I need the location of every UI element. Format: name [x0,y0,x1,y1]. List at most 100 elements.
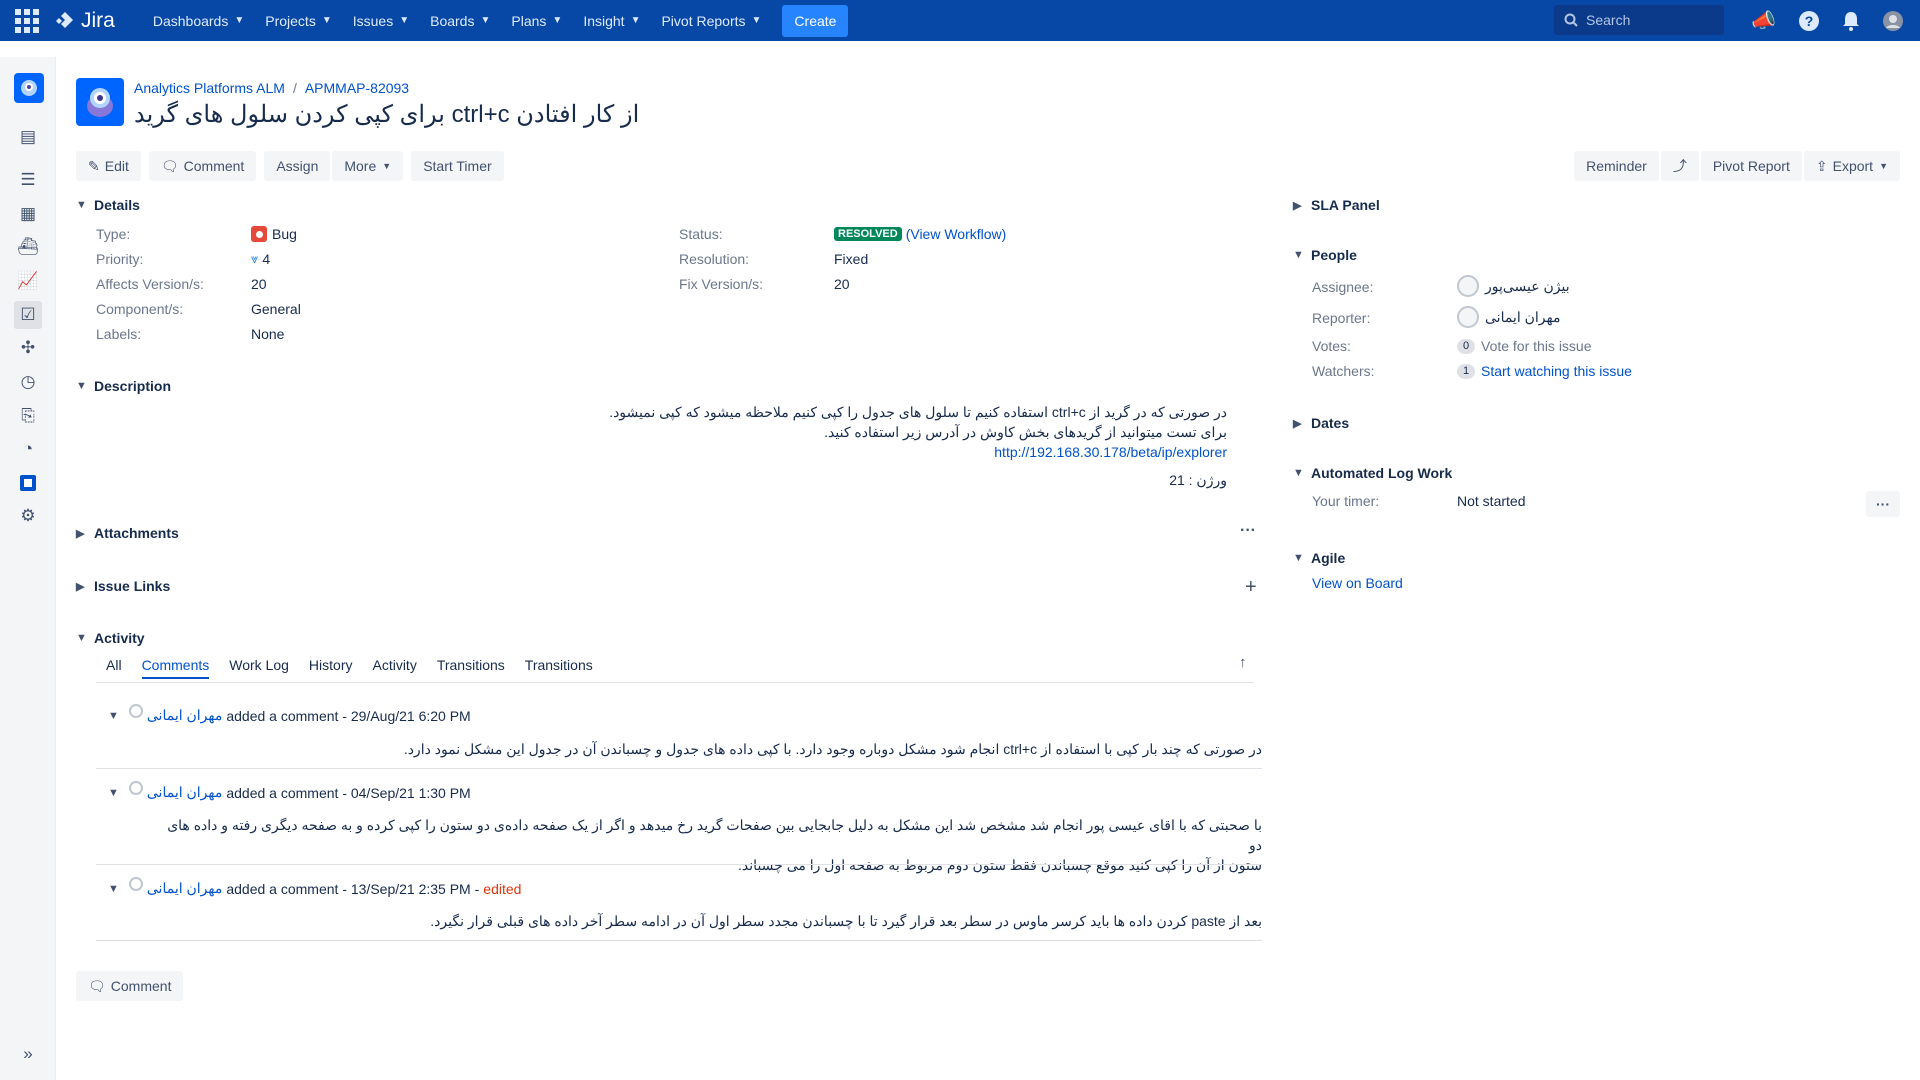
sla-panel-toggle[interactable]: ▶ SLA Panel [1293,197,1380,213]
nav-boards[interactable]: Boards ▼ [430,0,490,41]
chevron-down-icon[interactable]: ▼ [108,710,119,722]
add-link-plus-icon[interactable]: + [1245,576,1257,599]
start-timer-button[interactable]: Start Timer [411,151,504,181]
issue-links-section-toggle[interactable]: ▶ Issue Links [76,578,170,594]
comment-divider [96,940,1262,941]
pages-icon[interactable]: ⎘ [14,402,42,430]
more-button-label: More [344,158,377,174]
chevron-down-icon[interactable]: ▼ [108,883,119,895]
component-link[interactable]: General [251,301,301,317]
comment-divider [96,864,1262,865]
chevron-down-icon[interactable]: ▼ [108,787,119,799]
speedometer-icon[interactable]: ◔ [14,435,42,463]
megaphone-icon[interactable]: 📣 [1751,8,1776,33]
releases-icon[interactable]: ⛴ [14,233,42,261]
project-avatar[interactable] [14,73,44,103]
reports-icon[interactable]: 📈 [14,267,42,295]
roadmap-icon[interactable]: ▤ [14,123,42,151]
comment-body-line: در صورتی که چند بار کپی با استفاده از ct… [403,741,1262,757]
board-icon[interactable]: ▦ [14,200,42,228]
agile-section-toggle[interactable]: ▼ Agile [1293,550,1345,566]
comment-author-link[interactable]: مهران ایمانی [147,784,222,801]
comment-button[interactable]: 🗨 Comment [148,151,257,181]
top-navigation-bar: Jira Dashboards ▼ Projects ▼ Issues ▼ Board… [0,0,1920,41]
tab-transitions[interactable]: Transitions [437,657,505,679]
tab-activity[interactable]: Activity [372,657,416,679]
pivot-report-button[interactable]: Pivot Report [1700,151,1802,181]
issue-right-toolbar: Reminder ⤴ Pivot Report ⇪ Export ▼ [1574,151,1900,181]
tab-history[interactable]: History [309,657,353,679]
description-link[interactable]: http://192.168.30.178/beta/ip/explorer [994,444,1227,460]
nav-plans[interactable]: Plans ▼ [511,0,562,41]
comment-author-link[interactable]: مهران ایمانی [147,707,222,724]
share-button[interactable]: ⤴ [1660,151,1699,181]
chevron-down-icon: ▼ [630,15,641,26]
app-switcher-icon[interactable] [13,7,41,35]
jira-logo[interactable]: Jira [55,9,115,33]
clock-icon[interactable]: ◷ [14,368,42,396]
chevron-right-icon: ▶ [1293,199,1302,212]
tab-comments[interactable]: Comments [141,657,210,679]
nav-insight[interactable]: Insight ▼ [583,0,640,41]
log-work-section-toggle[interactable]: ▼ Automated Log Work [1293,465,1452,481]
edit-button[interactable]: ✎ Edit [76,151,141,181]
tab-transitions-2[interactable]: Transitions [525,657,593,679]
chevron-down-icon: ▼ [1293,467,1304,479]
start-watching-link[interactable]: Start watching this issue [1481,363,1632,379]
user-avatar-icon[interactable] [1882,10,1904,32]
priority-lowest-icon: ⩔ [251,251,259,266]
nav-projects[interactable]: Projects ▼ [265,0,331,41]
people-section-toggle[interactable]: ▼ People [1293,247,1357,263]
breadcrumb-issue-key-link[interactable]: APMMAP-82093 [305,80,409,96]
fix-version-link[interactable]: 20 [834,276,850,292]
comment-author-link[interactable]: مهران ایمانی [147,880,222,897]
svg-text:?: ? [1805,13,1814,29]
assignee-value[interactable]: بیژن عیسی‌پور [1457,275,1570,297]
help-icon[interactable]: ? [1798,10,1820,32]
comment-header: ▼ مهران ایمانی added a comment - 29/Aug/… [108,703,471,724]
breadcrumb-project-link[interactable]: Analytics Platforms ALM [134,80,285,96]
chevron-down-icon: ▼ [1879,161,1888,171]
view-on-board-link[interactable]: View on Board [1312,575,1403,591]
nav-dashboards-label: Dashboards [152,12,229,29]
view-workflow-link[interactable]: (View Workflow) [906,226,1007,242]
nav-pivot-reports[interactable]: Pivot Reports ▼ [661,0,761,41]
add-comment-button[interactable]: 🗨 Comment [76,971,184,1001]
chevron-down-icon: ▼ [76,632,87,644]
activity-section-toggle[interactable]: ▼ Activity [76,630,145,646]
watchers-count-badge: 1 [1457,363,1475,379]
search-input[interactable]: Search [1554,5,1724,35]
comment-meta: added a comment - 04/Sep/21 1:30 PM [226,784,471,801]
reporter-value[interactable]: مهران ایمانی [1457,306,1560,328]
settings-icon[interactable]: ⚙ [14,502,42,530]
log-work-more-button[interactable]: ··· [1866,491,1900,517]
tab-work-log[interactable]: Work Log [229,657,289,679]
assign-button[interactable]: Assign [264,151,331,181]
details-section-toggle[interactable]: ▼ Details [76,197,140,213]
app-icon[interactable] [14,469,42,497]
assignee-name: بیژن عیسی‌پور [1485,277,1570,294]
reporter-label: Reporter: [1312,310,1371,326]
attachments-more-icon[interactable]: ··· [1240,522,1256,540]
chevron-down-icon: ▼ [1293,552,1304,564]
sort-order-arrow-icon[interactable]: ↑ [1239,654,1247,671]
attachments-section-toggle[interactable]: ▶ Attachments [76,525,179,541]
issues-icon[interactable]: ☑ [14,301,42,329]
nav-dashboards[interactable]: Dashboards ▼ [153,0,244,41]
tab-all[interactable]: All [106,657,122,679]
more-button[interactable]: More ▼ [332,151,404,181]
backlog-icon[interactable]: ☰ [14,166,42,194]
type-value: Bug [251,226,297,242]
reminder-button[interactable]: Reminder [1574,151,1659,181]
expand-sidebar-icon[interactable]: » [14,1040,42,1068]
create-button[interactable]: Create [782,4,849,37]
export-button[interactable]: ⇪ Export ▼ [1803,151,1900,181]
notifications-bell-icon[interactable] [1842,11,1860,31]
nav-issues[interactable]: Issues ▼ [353,0,409,41]
components-icon[interactable]: ✣ [14,334,42,362]
project-large-avatar[interactable] [76,78,124,126]
comment-divider [96,768,1262,769]
description-section-toggle[interactable]: ▼ Description [76,378,171,394]
dates-section-toggle[interactable]: ▶ Dates [1293,415,1349,431]
issue-title[interactable]: از کار افتادن ctrl+c برای کپی کردن سلول … [134,100,639,129]
